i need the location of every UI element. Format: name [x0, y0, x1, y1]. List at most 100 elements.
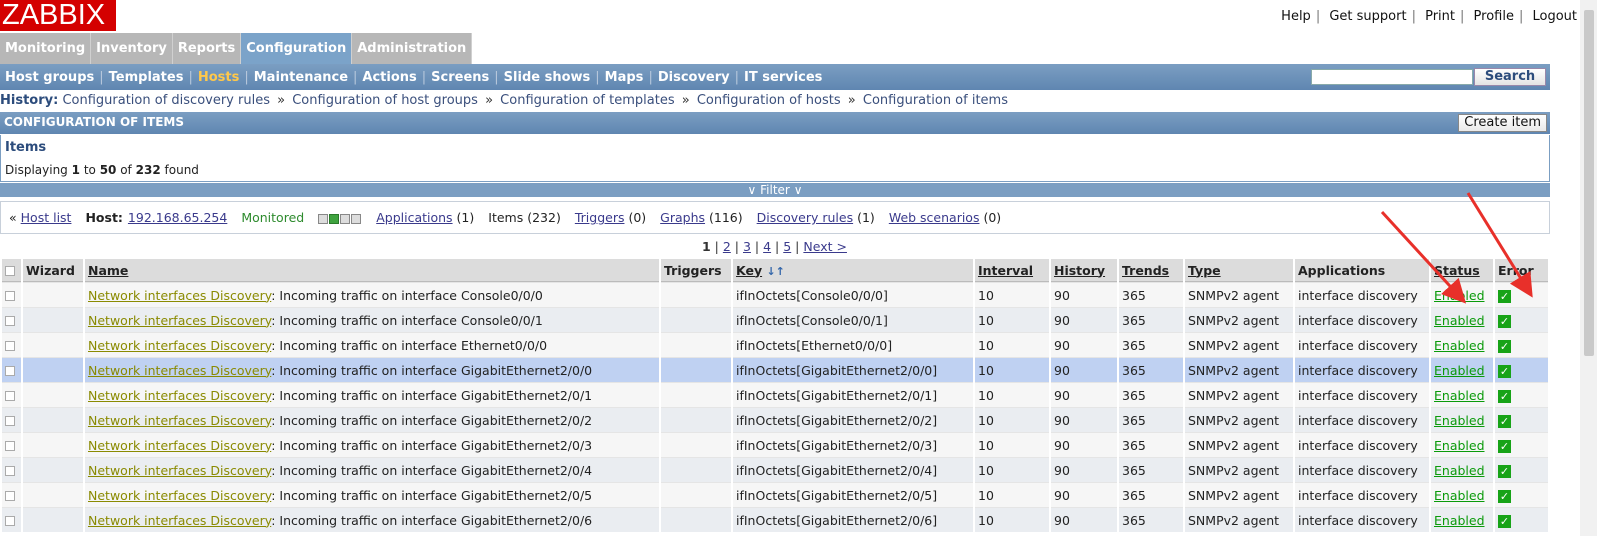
menu-administration[interactable]: Administration [352, 33, 473, 64]
row-checkbox[interactable] [5, 291, 15, 301]
submenu-maintenance[interactable]: Maintenance [249, 70, 353, 85]
row-checkbox[interactable] [5, 391, 15, 401]
host-list-link[interactable]: Host list [21, 210, 72, 225]
status-toggle[interactable]: Enabled [1434, 438, 1485, 453]
logout-link[interactable]: Logout [1532, 9, 1577, 24]
select-all-checkbox[interactable] [5, 266, 15, 276]
item-name[interactable]: : Incoming traffic on interface GigabitE… [271, 438, 592, 453]
col-key[interactable]: Key [736, 263, 762, 278]
submenu-discovery[interactable]: Discovery [653, 70, 735, 85]
col-type[interactable]: Type [1188, 263, 1221, 278]
discovery-rule-link[interactable]: Network interfaces Discovery [88, 388, 271, 403]
zabbix-logo[interactable]: ZABBIX [0, 0, 116, 31]
host-link[interactable]: 192.168.65.254 [128, 210, 227, 225]
row-checkbox[interactable] [5, 316, 15, 326]
discovery-rule-link[interactable]: Network interfaces Discovery [88, 363, 271, 378]
discovery-rule-link[interactable]: Network interfaces Discovery [88, 463, 271, 478]
discovery-rule-link[interactable]: Network interfaces Discovery [88, 438, 271, 453]
check-icon: ✓ [1498, 514, 1511, 528]
submenu-hosts[interactable]: Hosts [193, 70, 245, 85]
search-button[interactable]: Search [1474, 68, 1546, 86]
page-1: 1 [702, 239, 711, 254]
discovery-rules-link[interactable]: Discovery rules [757, 210, 853, 225]
graphs-link[interactable]: Graphs [660, 210, 705, 225]
next-page-link[interactable]: Next > [803, 239, 847, 254]
status-toggle[interactable]: Enabled [1434, 363, 1485, 378]
status-toggle[interactable]: Enabled [1434, 388, 1485, 403]
sub-menu: Host groups | Templates | Hosts | Maintenan… [0, 64, 1550, 90]
item-name[interactable]: : Incoming traffic on interface Console0… [271, 313, 543, 328]
item-name[interactable]: : Incoming traffic on interface GigabitE… [271, 513, 592, 528]
submenu-maps[interactable]: Maps [600, 70, 649, 85]
submenu-host-groups[interactable]: Host groups [0, 70, 99, 85]
history-item-items[interactable]: Configuration of items [863, 93, 1008, 108]
submenu-templates[interactable]: Templates [104, 70, 189, 85]
get-support-link[interactable]: Get support [1329, 9, 1406, 24]
check-icon: ✓ [1498, 389, 1511, 403]
history-item-discovery-rules[interactable]: Configuration of discovery rules [62, 93, 270, 108]
item-name[interactable]: : Incoming traffic on interface GigabitE… [271, 463, 592, 478]
web-scenarios-link[interactable]: Web scenarios [889, 210, 980, 225]
row-checkbox[interactable] [5, 466, 15, 476]
submenu-screens[interactable]: Screens [426, 70, 494, 85]
status-toggle[interactable]: Enabled [1434, 338, 1485, 353]
menu-reports[interactable]: Reports [172, 33, 242, 64]
submenu-it-services[interactable]: IT services [739, 70, 827, 85]
search-input[interactable] [1311, 69, 1473, 85]
applications-link[interactable]: Applications [376, 210, 452, 225]
page-4[interactable]: 4 [763, 239, 771, 254]
status-toggle[interactable]: Enabled [1434, 463, 1485, 478]
status-toggle[interactable]: Enabled [1434, 288, 1485, 303]
item-name[interactable]: : Incoming traffic on interface GigabitE… [271, 488, 592, 503]
col-interval[interactable]: Interval [978, 263, 1033, 278]
create-item-button[interactable]: Create item [1458, 114, 1547, 132]
table-row: Network interfaces Discovery: Incoming t… [2, 332, 1548, 357]
triggers-link[interactable]: Triggers [575, 210, 625, 225]
discovery-rule-link[interactable]: Network interfaces Discovery [88, 413, 271, 428]
status-toggle[interactable]: Enabled [1434, 313, 1485, 328]
submenu-slide-shows[interactable]: Slide shows [499, 70, 596, 85]
history-item-templates[interactable]: Configuration of templates [500, 93, 674, 108]
page-5[interactable]: 5 [783, 239, 791, 254]
filter-toggle[interactable]: ∨ Filter ∨ [0, 183, 1550, 197]
col-name[interactable]: Name [88, 263, 128, 278]
history-item-host-groups[interactable]: Configuration of host groups [292, 93, 478, 108]
profile-link[interactable]: Profile [1474, 9, 1514, 24]
menu-inventory[interactable]: Inventory [91, 33, 173, 64]
col-trends[interactable]: Trends [1122, 263, 1169, 278]
row-checkbox[interactable] [5, 516, 15, 526]
item-name[interactable]: : Incoming traffic on interface Ethernet… [271, 338, 547, 353]
submenu-actions[interactable]: Actions [357, 70, 421, 85]
row-checkbox[interactable] [5, 341, 15, 351]
print-link[interactable]: Print [1425, 9, 1455, 24]
item-name[interactable]: : Incoming traffic on interface GigabitE… [271, 388, 592, 403]
row-checkbox[interactable] [5, 491, 15, 501]
page-2[interactable]: 2 [723, 239, 731, 254]
row-checkbox[interactable] [5, 366, 15, 376]
menu-monitoring[interactable]: Monitoring [0, 33, 92, 64]
page-3[interactable]: 3 [743, 239, 751, 254]
item-name[interactable]: : Incoming traffic on interface Console0… [271, 288, 543, 303]
discovery-rule-link[interactable]: Network interfaces Discovery [88, 338, 271, 353]
discovery-rule-link[interactable]: Network interfaces Discovery [88, 288, 271, 303]
discovery-rule-link[interactable]: Network interfaces Discovery [88, 313, 271, 328]
discovery-rule-link[interactable]: Network interfaces Discovery [88, 513, 271, 528]
scrollbar-thumb[interactable] [1584, 10, 1594, 356]
item-name[interactable]: : Incoming traffic on interface GigabitE… [271, 413, 592, 428]
discovery-rule-link[interactable]: Network interfaces Discovery [88, 488, 271, 503]
help-link[interactable]: Help [1281, 9, 1311, 24]
menu-configuration[interactable]: Configuration [241, 33, 353, 64]
col-history[interactable]: History [1054, 263, 1105, 278]
row-checkbox[interactable] [5, 441, 15, 451]
row-checkbox[interactable] [5, 416, 15, 426]
col-status[interactable]: Status [1434, 263, 1480, 278]
item-name[interactable]: : Incoming traffic on interface GigabitE… [271, 363, 592, 378]
check-icon: ✓ [1498, 439, 1511, 453]
page-scrollbar[interactable] [1580, 0, 1597, 536]
zabbix-agent-icon [318, 213, 329, 224]
history-item-hosts[interactable]: Configuration of hosts [697, 93, 841, 108]
status-toggle[interactable]: Enabled [1434, 513, 1485, 528]
status-toggle[interactable]: Enabled [1434, 488, 1485, 503]
status-toggle[interactable]: Enabled [1434, 413, 1485, 428]
table-row: Network interfaces Discovery: Incoming t… [2, 307, 1548, 332]
